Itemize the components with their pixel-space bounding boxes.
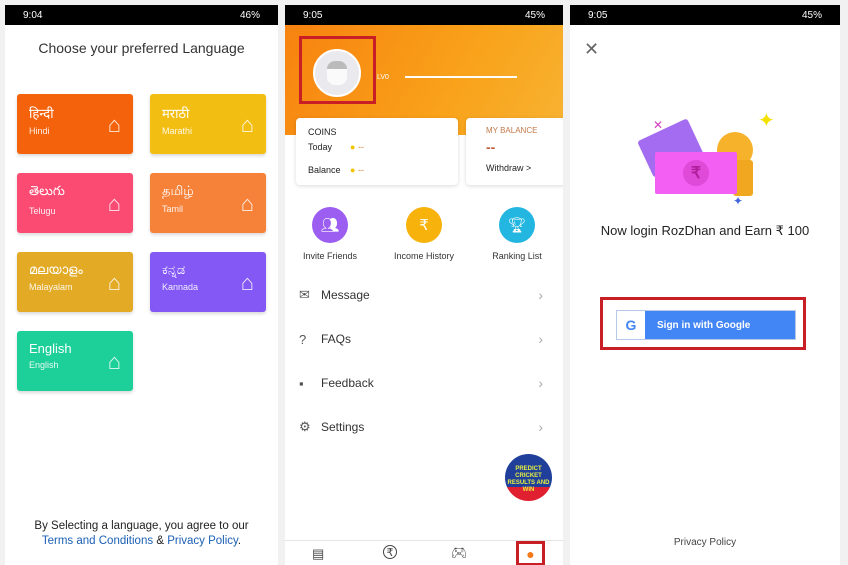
status-battery: 45% [524, 9, 545, 21]
landmark-icon: ⌂ [107, 270, 121, 295]
menu-item-message[interactable]: ✉ Message › [299, 285, 543, 305]
signin-label: Sign in with Google [657, 319, 751, 331]
coin-icon: ● [350, 165, 356, 175]
google-signin-button[interactable]: G Sign in with Google [616, 310, 796, 340]
avatar-face-icon [327, 61, 347, 85]
landmark-icon: ⌂ [240, 191, 254, 216]
language-card-telugu[interactable]: తెలుగు Telugu ⌂ [17, 173, 133, 233]
trophy-icon[interactable]: 🏆︎ [499, 207, 535, 243]
privacy-link[interactable]: Privacy Policy [167, 535, 238, 547]
language-card-malayalam[interactable]: മലയാളം Malayalam ⌂ [17, 252, 133, 312]
language-card-marathi[interactable]: मराठी Marathi ⌂ [150, 94, 266, 154]
cricket-promo-button[interactable]: PREDICT CRICKET RESULTS AND WIN [505, 454, 552, 501]
bottom-nav: ▤ ₹ 🎮︎ ● [285, 540, 563, 565]
balance-label: Balance [308, 165, 341, 175]
status-time: 9:05 [303, 9, 323, 21]
page-title: Choose your preferred Language [38, 40, 245, 56]
status-bar: 9:05 45% [285, 5, 563, 25]
landmark-icon: ⌂ [240, 270, 254, 295]
landmark-icon: ⌂ [240, 112, 254, 137]
footer-text: By Selecting a language, you agree to ou… [5, 519, 278, 549]
google-icon: G [617, 311, 645, 339]
coins-title: COINS [308, 127, 337, 137]
chevron-right-icon: › [538, 331, 543, 347]
quick-action-label[interactable]: Income History [379, 251, 469, 261]
terms-link[interactable]: Terms and Conditions [42, 535, 153, 547]
mail-icon: ✉ [299, 287, 310, 302]
menu-item-settings[interactable]: ⚙ Settings › [299, 417, 543, 437]
today-label: Today [308, 142, 333, 152]
nav-news-icon[interactable]: ▤ [312, 546, 324, 562]
login-screen: 9:05 45% ✕ ₹ ✦ ✕ ✦ Now login RozDhan and … [570, 5, 840, 565]
menu-item-faqs[interactable]: ? FAQs › [299, 329, 543, 349]
privacy-policy-link[interactable]: Privacy Policy [570, 537, 840, 548]
menu-label: Settings [321, 420, 365, 434]
status-bar: 9:05 45% [570, 5, 840, 25]
nav-profile-icon: ● [526, 545, 535, 562]
question-icon: ? [299, 331, 307, 347]
nav-earn-icon[interactable]: ₹ [383, 545, 397, 559]
promo-text: PREDICT CRICKET RESULTS AND WIN [507, 466, 550, 493]
quick-action-label[interactable]: Invite Friends [285, 251, 375, 261]
chat-icon: ▪ [299, 375, 304, 391]
landmark-icon: ⌂ [107, 349, 121, 374]
language-card-english[interactable]: English English ⌂ [17, 331, 133, 391]
people-icon[interactable]: 👥︎ [312, 207, 348, 243]
today-value: -- [357, 142, 364, 152]
language-card-tamil[interactable]: தமிழ் Tamil ⌂ [150, 173, 266, 233]
level-label: LV0 [377, 74, 389, 81]
status-time: 9:04 [23, 9, 43, 21]
language-screen: 9:04 46% Choose your preferred Language ह… [5, 5, 278, 565]
balance-value: -- [486, 139, 496, 155]
avatar[interactable] [313, 49, 361, 97]
status-battery: 45% [801, 9, 822, 21]
nav-profile-highlight[interactable]: ● [516, 541, 545, 565]
quick-action-label[interactable]: Ranking List [472, 251, 562, 261]
coins-card: COINS Today ● -- Balance ● -- [296, 118, 458, 185]
chevron-right-icon: › [538, 375, 543, 391]
withdraw-link[interactable]: Withdraw > [486, 163, 556, 173]
language-card-kannada[interactable]: ಕನ್ನಡ Kannada ⌂ [150, 252, 266, 312]
nav-games-icon[interactable]: 🎮︎ [451, 545, 468, 561]
balance-title: MY BALANCE [486, 126, 538, 135]
agreement-text: By Selecting a language, you agree to ou… [34, 520, 249, 532]
balance-card[interactable]: MY BALANCE -- Withdraw > [466, 118, 563, 185]
status-battery: 46% [239, 9, 260, 21]
balance-coins-value: -- [357, 165, 364, 175]
status-bar: 9:04 46% [5, 5, 278, 25]
landmark-icon: ⌂ [107, 191, 121, 216]
chevron-right-icon: › [538, 419, 543, 435]
coin-icon: ● [350, 142, 356, 152]
menu-label: FAQs [321, 332, 352, 346]
menu-item-feedback[interactable]: ▪ Feedback › [299, 373, 543, 393]
profile-screen: 9:05 45% LV0 COINS Today ● -- Balance ● -- … [285, 5, 563, 565]
rupee-receipt-icon[interactable]: ₹ [406, 207, 442, 243]
chevron-right-icon: › [538, 287, 543, 303]
level-progress [405, 76, 517, 78]
close-icon[interactable]: ✕ [584, 39, 599, 60]
language-card-hindi[interactable]: हिन्दी Hindi ⌂ [17, 94, 133, 154]
gear-icon: ⚙ [299, 419, 311, 434]
period: . [237, 535, 242, 547]
landmark-icon: ⌂ [107, 112, 121, 137]
menu-label: Feedback [321, 376, 374, 390]
amp: & [156, 535, 164, 547]
money-illustration-icon: ₹ ✦ ✕ ✦ [635, 110, 775, 210]
menu-label: Message [321, 288, 370, 302]
status-time: 9:05 [588, 9, 608, 21]
login-message: Now login RozDhan and Earn ₹ 100 [600, 223, 810, 238]
